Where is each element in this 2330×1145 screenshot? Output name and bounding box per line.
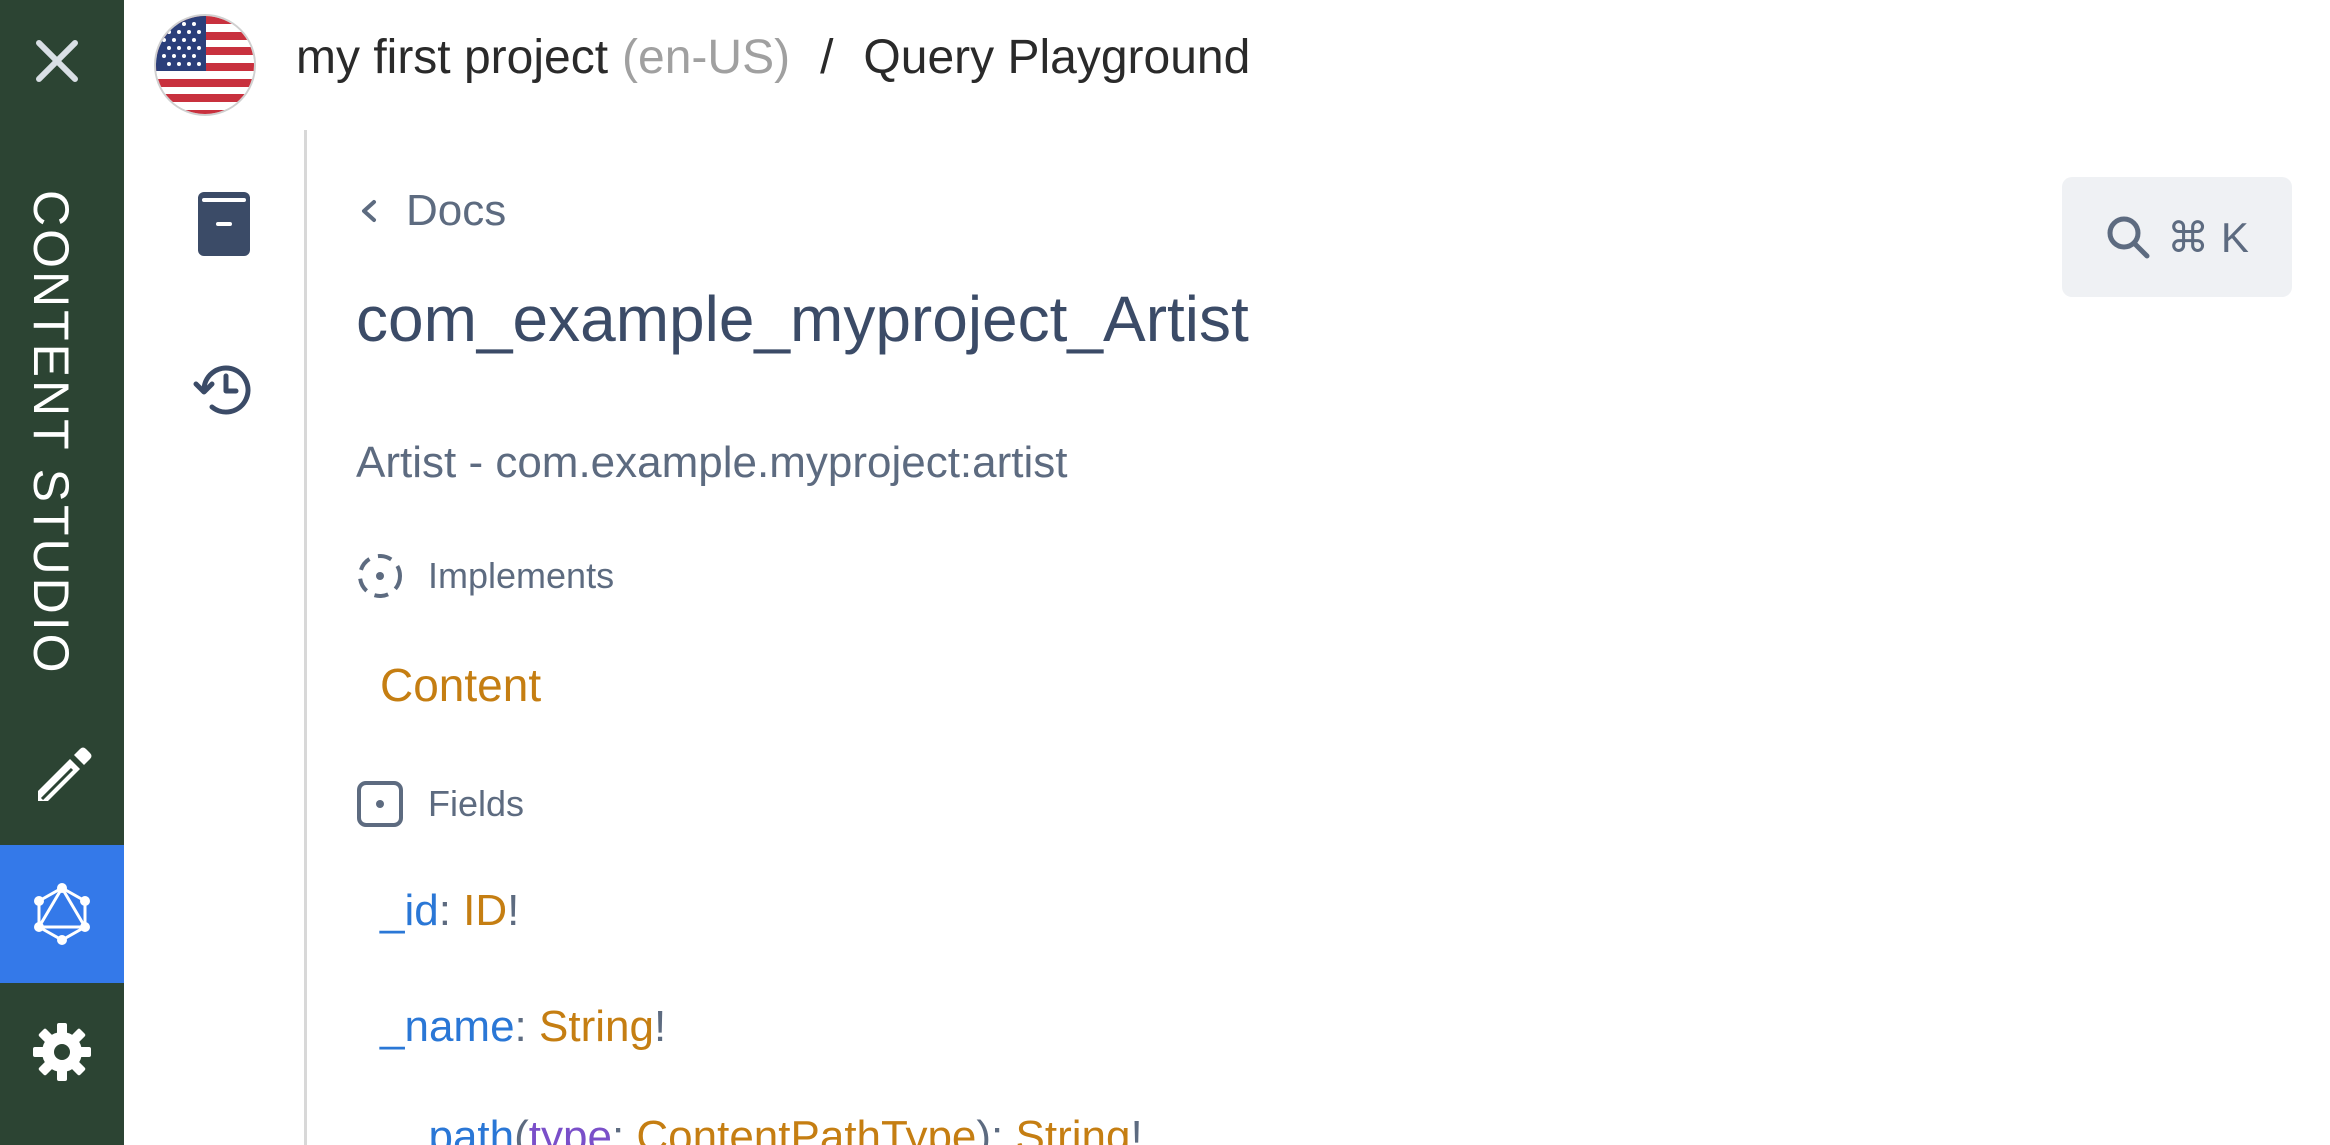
field-type[interactable]: ID bbox=[463, 886, 507, 935]
side-divider bbox=[304, 130, 307, 1145]
search-button[interactable]: ⌘ K bbox=[2062, 177, 2292, 297]
implements-section-label: Implements bbox=[356, 552, 614, 600]
field-arg-close: ): bbox=[976, 1112, 1016, 1145]
close-launcher-button[interactable] bbox=[22, 26, 92, 96]
field-colon: : bbox=[514, 1002, 539, 1051]
implements-content-link[interactable]: Content bbox=[380, 658, 541, 712]
field-icon bbox=[356, 780, 404, 828]
field-name[interactable]: _path bbox=[404, 1112, 514, 1145]
graphql-icon bbox=[34, 883, 90, 945]
settings-nav-button[interactable] bbox=[0, 983, 124, 1121]
field-type[interactable]: String bbox=[1016, 1112, 1131, 1145]
history-icon bbox=[193, 365, 251, 415]
breadcrumb: my first project (en-US) / Query Playgro… bbox=[296, 30, 1250, 85]
gear-icon bbox=[33, 1023, 91, 1081]
type-title: com_example_myproject_Artist bbox=[356, 283, 1249, 355]
history-button[interactable] bbox=[184, 350, 264, 430]
project-name[interactable]: my first project bbox=[296, 30, 608, 85]
field-non-null: ! bbox=[507, 886, 520, 935]
field-arg-type[interactable]: ContentPathType bbox=[636, 1112, 976, 1145]
close-icon bbox=[36, 40, 78, 82]
us-flag-icon bbox=[156, 16, 254, 114]
app-title-text: CONTENT STUDIO bbox=[23, 190, 79, 676]
app-title: CONTENT STUDIO bbox=[23, 190, 88, 676]
field-non-null: ! bbox=[1130, 1112, 1143, 1145]
field-name[interactable]: _name bbox=[380, 1002, 515, 1051]
field-non-null: ! bbox=[653, 1002, 667, 1051]
fields-label-text: Fields bbox=[428, 783, 525, 824]
search-icon bbox=[2105, 213, 2153, 261]
interface-icon bbox=[356, 552, 404, 600]
project-flag-avatar bbox=[154, 14, 256, 116]
chevron-left-icon bbox=[356, 191, 392, 231]
page-title: Query Playground bbox=[863, 31, 1251, 84]
field-row-name: _name: String! bbox=[380, 1002, 666, 1052]
docs-explorer-button[interactable] bbox=[184, 184, 264, 264]
playground-side-toolbar bbox=[124, 128, 304, 1145]
type-description: Artist - com.example.myproject:artist bbox=[356, 438, 1068, 487]
launcher-panel: CONTENT STUDIO bbox=[0, 0, 124, 1145]
pencil-icon bbox=[38, 747, 92, 801]
content-studio-nav-button[interactable] bbox=[0, 706, 124, 844]
field-row-id: _id: ID! bbox=[380, 886, 519, 936]
breadcrumb-separator: / bbox=[820, 31, 834, 84]
book-icon bbox=[198, 192, 250, 256]
docs-back-label: Docs bbox=[406, 186, 507, 235]
project-language: (en-US) bbox=[622, 31, 791, 84]
field-type[interactable]: String bbox=[539, 1002, 654, 1051]
docs-panel: Docs com_example_myproject_Artist Artist… bbox=[356, 170, 2330, 1145]
query-playground-nav-button[interactable] bbox=[0, 845, 124, 983]
field-colon: : bbox=[611, 1112, 637, 1145]
field-arg-open: ( bbox=[514, 1112, 529, 1145]
field-name[interactable]: _id bbox=[380, 886, 439, 935]
field-colon: : bbox=[438, 886, 464, 935]
docs-back-link[interactable]: Docs bbox=[356, 186, 506, 236]
search-shortcut: ⌘ K bbox=[2167, 213, 2249, 261]
field-arg-name: type bbox=[528, 1112, 612, 1145]
field-row-path: _path(type: ContentPathType): String! bbox=[404, 1112, 1143, 1145]
fields-section-label: Fields bbox=[356, 780, 524, 828]
implements-label-text: Implements bbox=[428, 555, 615, 596]
